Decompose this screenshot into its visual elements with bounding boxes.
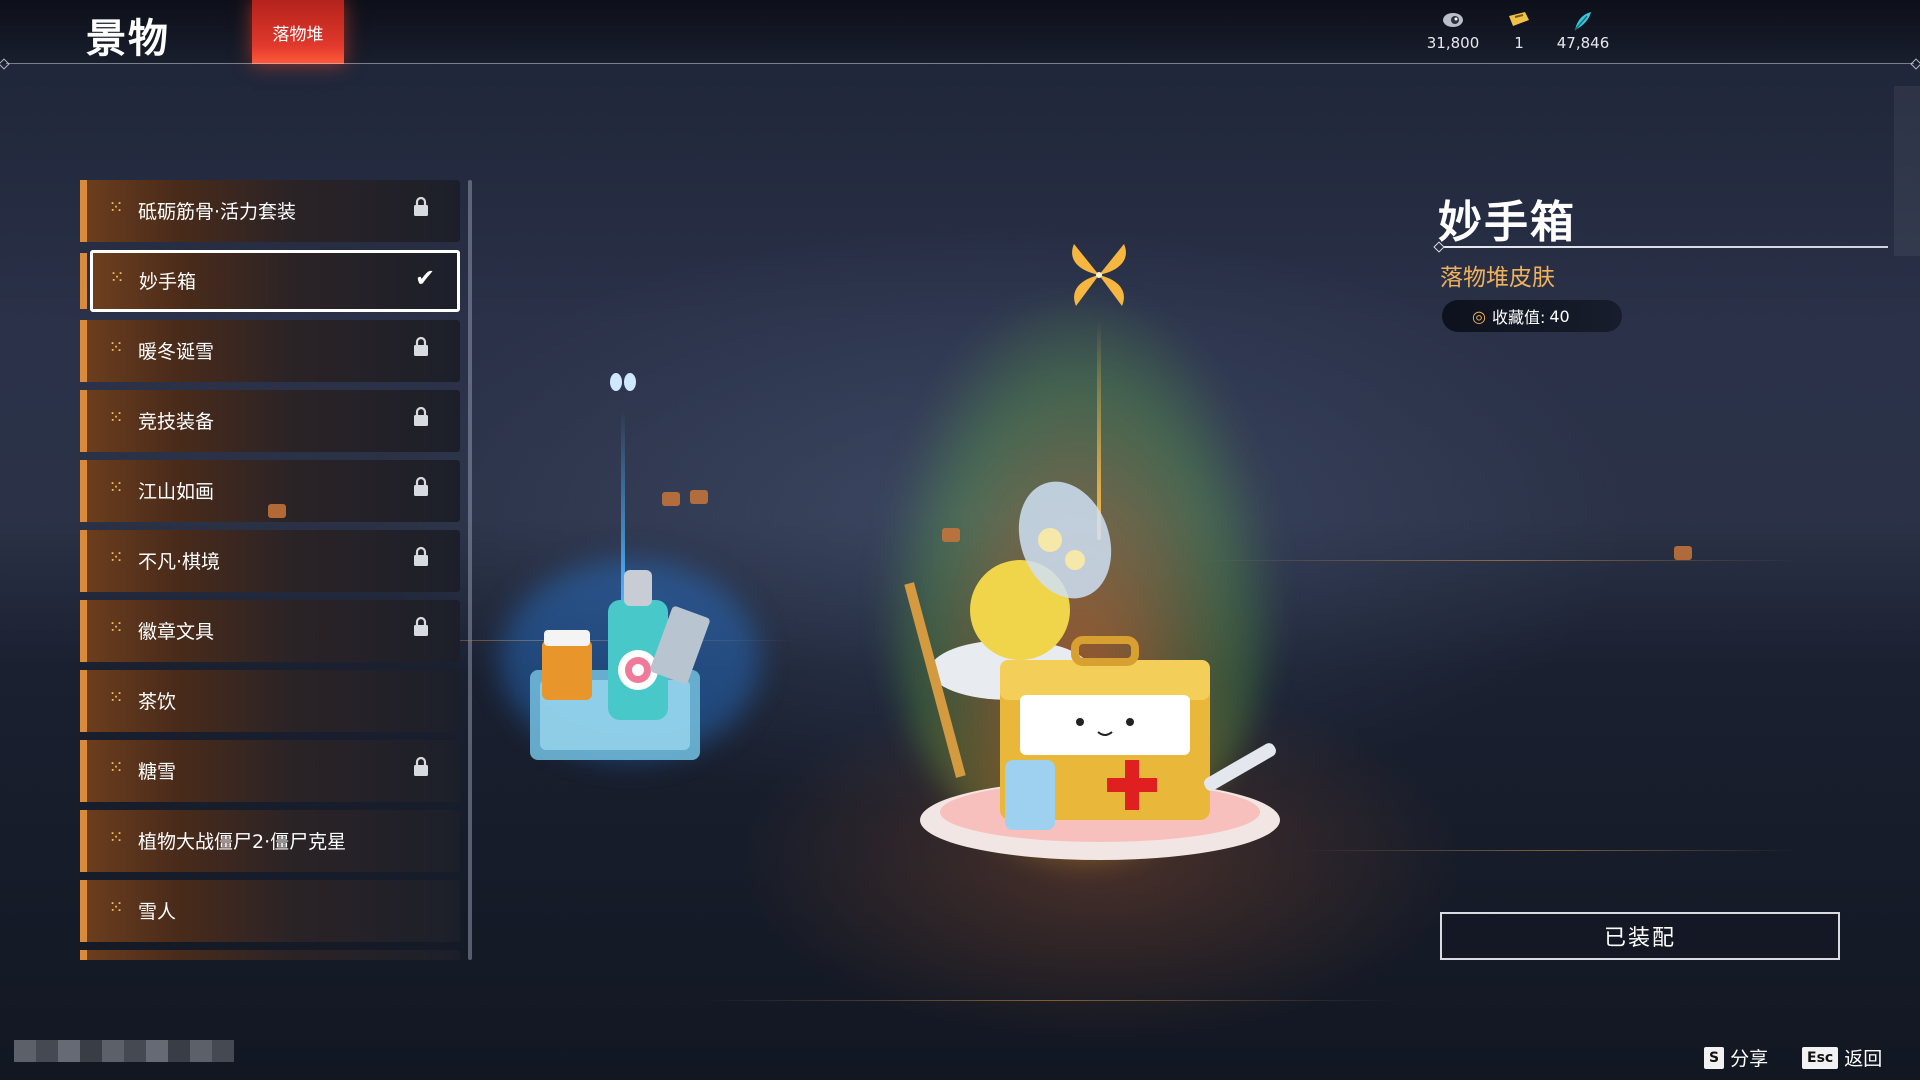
ticket-icon (1484, 10, 1554, 34)
blue-butterfly-icon (606, 372, 640, 398)
list-item[interactable]: ⁙ 暖冬诞雪 (80, 320, 460, 382)
floating-box-icon (662, 492, 680, 506)
key-s: S (1704, 1046, 1725, 1069)
scatter-icon: ⁙ (108, 617, 124, 638)
skin-category: 落物堆皮肤 (1440, 265, 1555, 291)
share-hint[interactable]: S 分享 (1704, 1044, 1768, 1071)
equipped-button[interactable]: 已装配 (1440, 912, 1840, 960)
header-divider (6, 63, 1914, 64)
scatter-icon: ⁙ (108, 757, 124, 778)
scatter-icon: ⁙ (109, 267, 125, 288)
top-bar: 景物 落物堆 31,800 1 47,846 (0, 0, 1920, 64)
medkit-main-preview[interactable] (900, 460, 1300, 880)
list-item-selected[interactable]: ⁙ 妙手箱 ✔ (80, 250, 460, 312)
lock-icon (412, 546, 432, 572)
list-item[interactable]: ⁙ 植物大战僵尸2·僵尸克星 (80, 810, 460, 872)
list-item[interactable]: ⁙ 砥砺筋骨·活力套装 (80, 180, 460, 242)
lock-icon (412, 406, 432, 432)
check-icon: ✔ (415, 264, 436, 292)
floating-box-icon (1674, 546, 1692, 560)
sea-glint (700, 1000, 1400, 1001)
list-item[interactable]: ⁙ 竞技装备 (80, 390, 460, 452)
blurred-player-id (14, 1040, 234, 1062)
spiral-coin-icon: ◎ (1472, 306, 1486, 326)
scatter-icon: ⁙ (108, 687, 124, 708)
floating-box-icon (268, 504, 286, 518)
scatter-icon: ⁙ (108, 197, 124, 218)
lock-icon (412, 476, 432, 502)
currency-feather: 47,846 (1548, 10, 1618, 52)
sea-glint (1300, 850, 1800, 851)
tab-fallen-pile[interactable]: 落物堆 (252, 0, 344, 64)
list-item[interactable]: ⁙ 雪人 (80, 880, 460, 942)
title-divider (1438, 246, 1888, 248)
list-item[interactable]: ⁙ 不凡·棋境 (80, 530, 460, 592)
page-title: 景物 (86, 16, 170, 62)
scatter-icon: ⁙ (108, 477, 124, 498)
list-scrollbar[interactable] (468, 180, 472, 960)
scatter-icon: ⁙ (108, 337, 124, 358)
lock-icon (412, 756, 432, 782)
back-hint[interactable]: Esc 返回 (1802, 1044, 1882, 1071)
list-item[interactable]: ⁙ 糖雪 (80, 740, 460, 802)
eye-coin-icon (1418, 10, 1488, 34)
skin-list: ⁙ 砥砺筋骨·活力套装 ⁙ 妙手箱 ✔ ⁙ 暖冬诞雪 ⁙ 竞技装备 ⁙ 江山如画… (80, 180, 460, 960)
gold-butterfly-icon (1066, 240, 1132, 314)
lock-icon (412, 616, 432, 642)
currency-ticket: 1 (1484, 10, 1554, 52)
scatter-icon: ⁙ (108, 407, 124, 428)
list-item[interactable]: ⁙ 徽章文具 (80, 600, 460, 662)
scatter-icon: ⁙ (108, 547, 124, 568)
list-item-partial[interactable] (80, 950, 460, 960)
key-esc: Esc (1802, 1046, 1839, 1069)
currency-eye-coin: 31,800 (1418, 10, 1488, 52)
detail-scrollbar[interactable] (1894, 86, 1920, 256)
collection-value-badge: ◎ 收藏值: 40 (1442, 300, 1622, 332)
list-item[interactable]: ⁙ 茶饮 (80, 670, 460, 732)
feather-icon (1548, 10, 1618, 34)
skin-title: 妙手箱 (1438, 197, 1576, 248)
scatter-icon: ⁙ (108, 897, 124, 918)
lock-icon (412, 196, 432, 222)
medkit-small-preview[interactable] (520, 560, 720, 770)
scatter-icon: ⁙ (108, 827, 124, 848)
floating-box-icon (690, 490, 708, 504)
lock-icon (412, 336, 432, 362)
floating-box-icon (942, 528, 960, 542)
